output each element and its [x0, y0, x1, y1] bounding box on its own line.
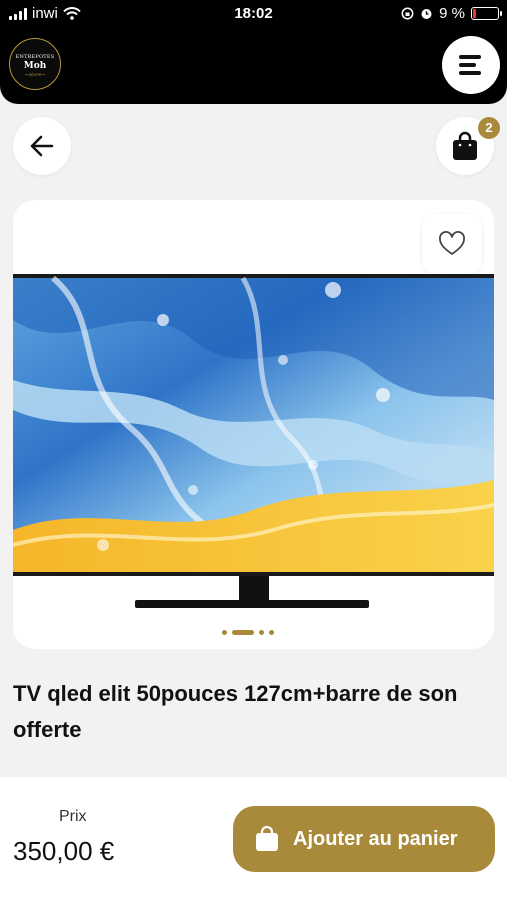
cart-count-badge: 2: [478, 117, 500, 139]
store-logo[interactable]: ENTREPOTES Moh ~store~: [9, 38, 61, 90]
carousel-dot[interactable]: [259, 630, 264, 635]
status-bar: inwi 18:02 9 %: [0, 0, 507, 28]
add-to-cart-button[interactable]: Ajouter au panier: [233, 806, 495, 872]
carousel-dot[interactable]: [222, 630, 227, 635]
logo-line-3: ~store~: [24, 72, 46, 78]
favorite-button[interactable]: [422, 214, 482, 274]
image-carousel-dots: [222, 630, 274, 635]
alarm-icon: [421, 9, 432, 19]
status-right: 9 %: [401, 5, 502, 22]
battery-icon: [471, 7, 502, 20]
product-price: 350,00 €: [13, 836, 115, 866]
product-title: TV qled elit 50pouces 127cm+barre de son…: [13, 681, 458, 742]
shopping-bag-icon: [256, 826, 278, 851]
orientation-lock-icon: [401, 7, 414, 20]
heart-icon: [439, 231, 465, 255]
back-button[interactable]: [13, 117, 71, 175]
carousel-dot-active[interactable]: [232, 630, 254, 635]
app-header: inwi 18:02 9 % ENTREPOTES Moh ~store~: [0, 0, 507, 104]
menu-button[interactable]: [442, 36, 500, 94]
arrow-left-icon: [30, 135, 54, 157]
price-label: Prix: [59, 808, 87, 825]
add-to-cart-label: Ajouter au panier: [293, 828, 458, 850]
logo-line-1: ENTREPOTES: [15, 54, 55, 60]
carousel-dot[interactable]: [269, 630, 274, 635]
logo-line-2: Moh: [23, 61, 47, 71]
battery-percent: 9 %: [439, 5, 465, 22]
